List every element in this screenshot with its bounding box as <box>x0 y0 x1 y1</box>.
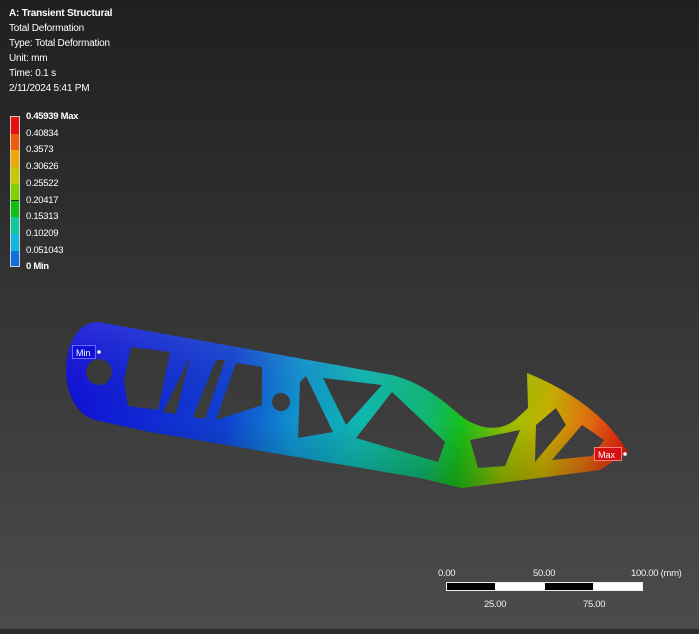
scale-tick-label: 0.00 <box>438 568 456 579</box>
max-probe-marker <box>623 452 627 456</box>
viewport-bottom-border <box>0 629 699 634</box>
scale-tick-label: 50.00 <box>533 568 556 579</box>
scale-segment <box>446 582 496 591</box>
link-part-body <box>66 322 628 488</box>
scale-tick-label: 75.00 <box>583 599 606 610</box>
deformation-contour-model[interactable] <box>0 0 699 634</box>
scale-ruler: 0.00 50.00 100.00 (mm) 25.00 75.00 <box>430 564 690 614</box>
scale-tick-label: 25.00 <box>484 599 507 610</box>
min-probe-label[interactable]: Min <box>72 345 96 359</box>
min-probe-marker <box>97 350 101 354</box>
graphics-viewport[interactable]: A: Transient Structural Total Deformatio… <box>0 0 699 634</box>
scale-segment <box>495 582 545 591</box>
scale-segment <box>593 582 643 591</box>
scale-segment <box>544 582 594 591</box>
scale-tick-label: 100.00 (mm) <box>631 568 682 579</box>
max-probe-label[interactable]: Max <box>594 447 622 461</box>
